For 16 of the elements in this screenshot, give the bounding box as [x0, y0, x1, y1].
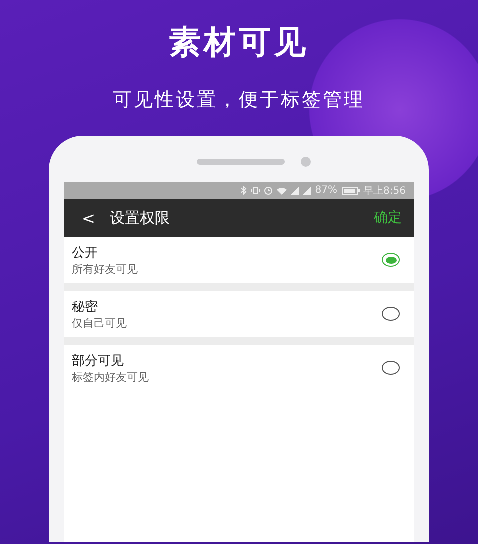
- option-row[interactable]: 公开 所有好友可见: [64, 237, 414, 283]
- option-description: 仅自己可见: [72, 316, 128, 330]
- page-title: 设置权限: [110, 208, 171, 228]
- option-row[interactable]: 部分可见 标签内好友可见: [64, 345, 414, 391]
- subtitle: 可见性设置，便于标签管理: [113, 88, 365, 112]
- confirm-button[interactable]: 确定: [374, 209, 402, 227]
- option-title: 公开: [72, 244, 99, 262]
- option-title: 部分可见: [72, 352, 125, 370]
- battery-percent: 87%: [315, 185, 338, 196]
- option-description: 标签内好友可见: [72, 370, 150, 384]
- option-row[interactable]: 秘密 仅自己可见: [64, 291, 414, 337]
- headline: 素材可见: [169, 22, 309, 62]
- clock: 早上8:56: [364, 184, 406, 198]
- option-title: 秘密: [72, 298, 99, 316]
- option-description: 所有好友可见: [72, 262, 139, 276]
- back-button[interactable]: <: [82, 208, 110, 228]
